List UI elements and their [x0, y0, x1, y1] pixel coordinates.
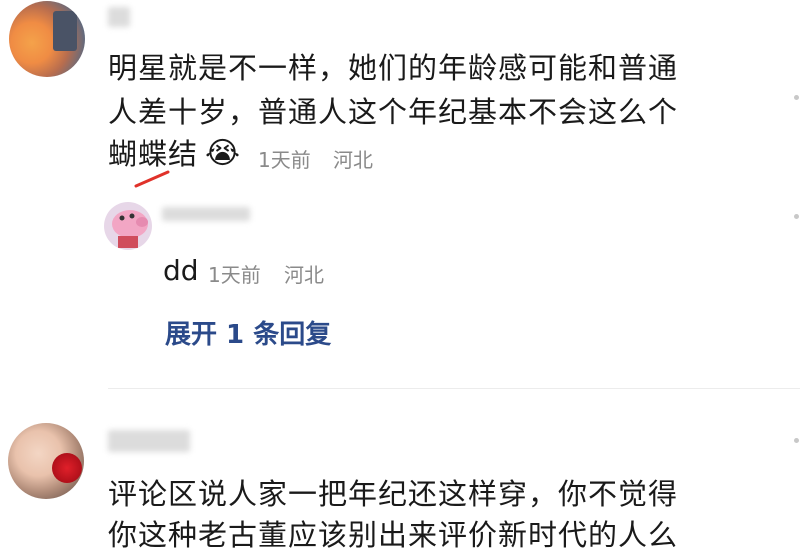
expand-replies-link[interactable]: 展开 1 条回复 — [165, 314, 331, 351]
reply-text: dd — [163, 254, 199, 287]
username-blurred[interactable] — [108, 430, 190, 452]
comment-line-1: 评论区说人家一把年纪还这样穿，你不觉得 — [108, 477, 679, 511]
more-dot-icon[interactable] — [794, 95, 799, 100]
username-blurred[interactable] — [108, 7, 130, 27]
reply-time: 1天前 — [208, 263, 261, 287]
comment-line-1: 明星就是不一样，她们的年龄感可能和普通 — [108, 51, 679, 85]
more-dot-icon[interactable] — [794, 214, 799, 219]
comment-time: 1天前 — [258, 148, 311, 172]
comment-line-2: 你这种老古董应该别出来评价新时代的人么 — [108, 518, 679, 552]
more-dot-icon[interactable] — [794, 438, 799, 443]
reply-avatar[interactable] — [104, 202, 152, 250]
avatar[interactable] — [8, 423, 84, 499]
red-arrow-annotation-icon — [134, 170, 170, 188]
comment-line-2: 人差十岁，普通人这个年纪基本不会这么个 — [108, 95, 679, 129]
crying-emoji-icon: 😭 — [205, 136, 241, 171]
divider — [108, 388, 800, 389]
reply-username-blurred[interactable] — [162, 207, 250, 221]
reply-location: 河北 — [284, 263, 324, 287]
avatar[interactable] — [9, 1, 85, 77]
comment-location: 河北 — [333, 148, 373, 172]
